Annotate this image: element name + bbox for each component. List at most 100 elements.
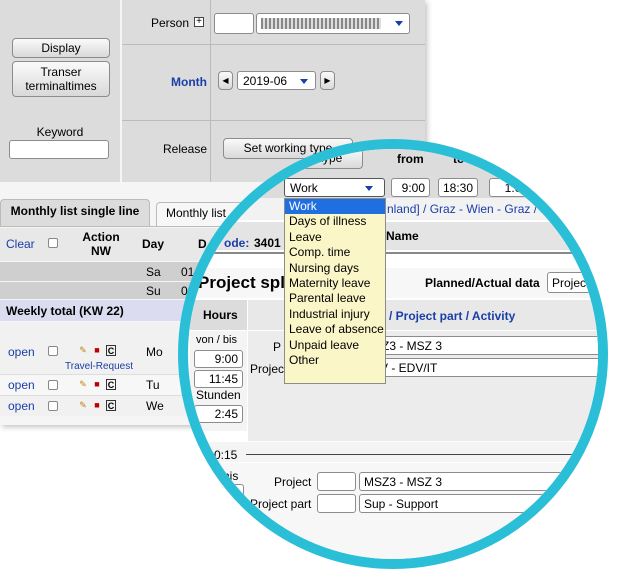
person-select[interactable] <box>256 13 410 34</box>
his-label: his <box>223 469 239 483</box>
time-value: 0:15 <box>214 448 238 462</box>
stunden-label: Stunden <box>196 388 241 402</box>
delete-icon[interactable]: ■ <box>92 379 102 390</box>
chevron-down-icon <box>395 21 403 26</box>
working-type-select[interactable]: Work <box>284 178 385 197</box>
select-all-checkbox[interactable] <box>48 238 58 248</box>
project-select[interactable]: MSZ3 - MSZ 3 <box>359 336 606 355</box>
project-part-activity-header: / Project part / Activity <box>389 309 516 323</box>
row-checkbox[interactable] <box>48 401 58 411</box>
split-title: Project split <box>198 273 296 292</box>
day-cell: Sa <box>146 265 161 279</box>
stunden-input[interactable]: 2:45 <box>194 405 243 423</box>
code-label: ode: <box>224 236 250 250</box>
edit-icon[interactable]: ✎ <box>78 379 88 390</box>
bottom-project-code[interactable] <box>317 472 356 491</box>
option-leave[interactable]: Leave <box>285 230 385 245</box>
option-maternity-leave[interactable]: Maternity leave <box>285 276 385 291</box>
von-input[interactable]: 9:00 <box>194 350 243 368</box>
divider <box>122 120 425 121</box>
project-part-value: V - EDV/IT <box>380 361 438 375</box>
bottom-project-part-label: Project part <box>250 497 312 511</box>
bottom-project-value: MSZ3 - MSZ 3 <box>364 475 443 489</box>
project-label: Project <box>250 362 288 376</box>
prev-month-icon[interactable]: ◀ <box>218 71 233 90</box>
working-type-value: Work <box>290 181 318 195</box>
hours-input-2[interactable] <box>208 484 244 502</box>
bottom-part-value: Sup - Support <box>364 497 439 511</box>
bottom-part-code[interactable] <box>317 494 356 513</box>
display-button[interactable]: Display <box>12 38 110 58</box>
travel-request-link[interactable]: Travel-Request <box>65 361 133 372</box>
option-leave-of-absence[interactable]: Leave of absence <box>285 322 385 337</box>
status-link[interactable]: open <box>8 378 35 392</box>
day-header: Day <box>142 237 165 251</box>
option-industrial-injury[interactable]: Industrial injury <box>285 307 385 322</box>
keyword-label: Keyword <box>36 125 84 139</box>
option-other[interactable]: Other <box>285 353 385 368</box>
option-parental-leave[interactable]: Parental leave <box>285 291 385 306</box>
next-month-icon[interactable]: ▶ <box>320 71 335 90</box>
chevron-down-icon <box>300 79 308 84</box>
from-input[interactable]: 9:00 <box>391 178 430 197</box>
option-comp-time[interactable]: Comp. time <box>285 245 385 260</box>
option-work[interactable]: Work <box>285 199 385 215</box>
row-checkbox[interactable] <box>48 380 58 390</box>
breadcrumb[interactable]: nland] / Graz - Wien - Graz / K <box>387 202 548 216</box>
magnifier-lens: Set working type from to Work 9:00 18:30… <box>178 139 608 569</box>
planned-actual-select[interactable]: Project p <box>547 272 600 293</box>
hours-header: Hours <box>203 308 238 322</box>
copy-icon[interactable]: C <box>106 379 116 390</box>
chevron-down-icon <box>598 344 606 349</box>
action-header: Action NW <box>82 230 120 258</box>
divider <box>122 44 425 45</box>
bottom-part-select[interactable]: Sup - Support <box>359 494 598 513</box>
day-cell: Mo <box>146 345 163 359</box>
duration-input[interactable]: 1:00 <box>489 178 533 197</box>
code-value: 3401 <box>254 236 281 250</box>
project-part-select[interactable]: V - EDV/IT <box>359 358 606 377</box>
day-cell: We <box>146 399 164 413</box>
transfer-terminaltimes-button[interactable]: Transer terminaltimes <box>12 61 110 97</box>
to-label: to <box>453 152 465 166</box>
bis-input[interactable]: 11:45 <box>194 370 243 388</box>
clear-link[interactable]: Clear <box>6 237 35 251</box>
expand-plus-icon[interactable]: + <box>194 17 204 27</box>
from-label: from <box>397 152 424 166</box>
chevron-down-icon <box>365 186 373 191</box>
set-working-type-button-zoom[interactable]: Set working type <box>233 149 363 169</box>
bottom-project-select[interactable]: MSZ3 - MSZ 3 <box>359 472 598 491</box>
planned-actual-value: Project p <box>552 276 600 290</box>
divider <box>190 252 598 254</box>
row-checkbox[interactable] <box>48 346 58 356</box>
time-row <box>190 442 598 462</box>
von-bis-label: von / bis <box>196 334 237 346</box>
status-link[interactable]: open <box>8 345 35 359</box>
edit-icon[interactable]: ✎ <box>78 400 88 411</box>
person-id-input[interactable] <box>214 13 254 34</box>
delete-icon[interactable]: ■ <box>92 400 102 411</box>
day-cell: Tu <box>146 378 160 392</box>
month-value: 2019-06 <box>243 74 288 88</box>
name-label: Name <box>386 229 419 243</box>
copy-icon[interactable]: C <box>106 345 116 356</box>
keyword-input[interactable] <box>9 140 109 159</box>
chevron-down-icon <box>598 366 606 371</box>
option-nursing-days[interactable]: Nursing days <box>285 261 385 276</box>
option-unpaid-leave[interactable]: Unpaid leave <box>285 338 385 353</box>
status-link[interactable]: open <box>8 399 35 413</box>
divider <box>246 454 598 455</box>
person-label: Person <box>151 16 190 30</box>
tab-monthly-list-single-line[interactable]: Monthly list single line <box>0 199 150 227</box>
bottom-project-label: Project <box>274 475 312 489</box>
to-input[interactable]: 18:30 <box>438 178 478 197</box>
month-select[interactable]: 2019-06 <box>237 71 316 90</box>
project-label-short: P <box>273 340 282 354</box>
delete-icon[interactable]: ■ <box>92 345 102 356</box>
copy-icon[interactable]: C <box>106 400 116 411</box>
working-type-dropdown-menu[interactable]: Work Days of illness Leave Comp. time Nu… <box>284 198 386 384</box>
weekly-total-label: Weekly total (KW 22) <box>6 304 124 318</box>
edit-icon[interactable]: ✎ <box>78 345 88 356</box>
option-days-of-illness[interactable]: Days of illness <box>285 214 385 229</box>
month-label: Month <box>171 75 207 89</box>
